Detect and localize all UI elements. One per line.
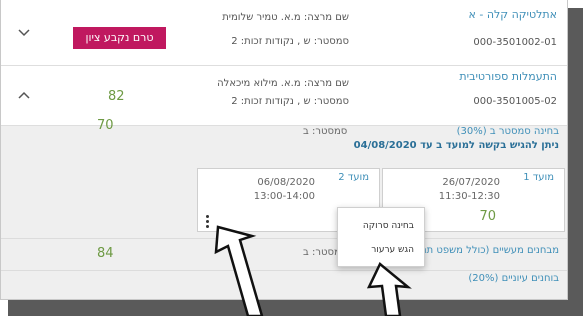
grade-pending-badge: טרם נקבע ציון	[73, 27, 166, 49]
moed-time: 11:30-12:30	[438, 191, 500, 202]
exam-title: בחינה סמסטר ב (30%)	[456, 126, 559, 137]
lecturer-info: שם מרצה: מ.א. טמיר שלומית	[222, 12, 349, 23]
quiz-component-row: מבחנים מעשיים (כולל משפט תנועה) סמסטר: ב…	[1, 238, 567, 270]
more-options-icon[interactable]	[206, 215, 210, 229]
chevron-down-icon[interactable]	[17, 26, 31, 40]
moed-date: 26/07/2020	[442, 177, 500, 188]
semester-credits: סמסטר: ש , נקודות זכות: 2	[231, 36, 349, 47]
moed-label: מועד 1	[523, 172, 554, 183]
moed-date: 06/08/2020	[257, 177, 315, 188]
quiz-grade: 84	[97, 246, 114, 261]
course-code: 000-3501002-01	[473, 37, 557, 48]
grades-panel: אתלטיקה קלה - א 000-3501002-01 שם מרצה: …	[0, 0, 568, 300]
quiz-title: מבחנים מעשיים (כולל משפט תנועה)	[403, 245, 559, 256]
exam-grade: 70	[97, 118, 114, 133]
course-grade: 82	[108, 89, 125, 104]
appeal-notice: ניתן להגיש בקשה למועד ב עד 04/08/2020	[353, 140, 559, 151]
course-row[interactable]: התעמלות ספורטיבית 000-3501005-02 שם מרצה…	[1, 66, 567, 126]
exam-semester: סמסטר: ב	[303, 126, 348, 137]
moed-label: מועד 2	[338, 172, 369, 183]
course-code: 000-3501005-02	[473, 96, 557, 107]
moed-options-menu: בחינה סרוקה הגש ערעור	[337, 207, 425, 267]
course-row[interactable]: אתלטיקה קלה - א 000-3501002-01 שם מרצה: …	[1, 0, 567, 66]
menu-item-submit-appeal[interactable]: הגש ערעור	[371, 245, 414, 255]
screenshot-frame: אתלטיקה קלה - א 000-3501002-01 שם מרצה: …	[0, 0, 583, 316]
semester-credits: סמסטר: ש , נקודות זכות: 2	[231, 96, 349, 107]
exam-component-row: בחינה סמסטר ב (30%) ניתן להגיש בקשה למוע…	[1, 118, 567, 238]
window-shadow-bottom	[8, 300, 583, 316]
course-details: בחינה סמסטר ב (30%) ניתן להגיש בקשה למוע…	[1, 118, 567, 299]
menu-item-scanned-exam[interactable]: בחינה סרוקה	[363, 221, 414, 231]
course-name[interactable]: אתלטיקה קלה - א	[469, 8, 557, 21]
course-name[interactable]: התעמלות ספורטיבית	[459, 70, 557, 83]
lecturer-info: שם מרצה: מ.א. מילוא מיכאלה	[217, 78, 349, 89]
moed-grade: 70	[479, 209, 496, 224]
moed-time: 13:00-14:00	[253, 191, 315, 202]
chevron-up-icon[interactable]	[17, 88, 31, 102]
cut-off-row: בוחנים עיוניים (20%)	[1, 270, 567, 299]
window-shadow-right	[568, 8, 583, 316]
cut-off-title: בוחנים עיוניים (20%)	[468, 273, 559, 284]
